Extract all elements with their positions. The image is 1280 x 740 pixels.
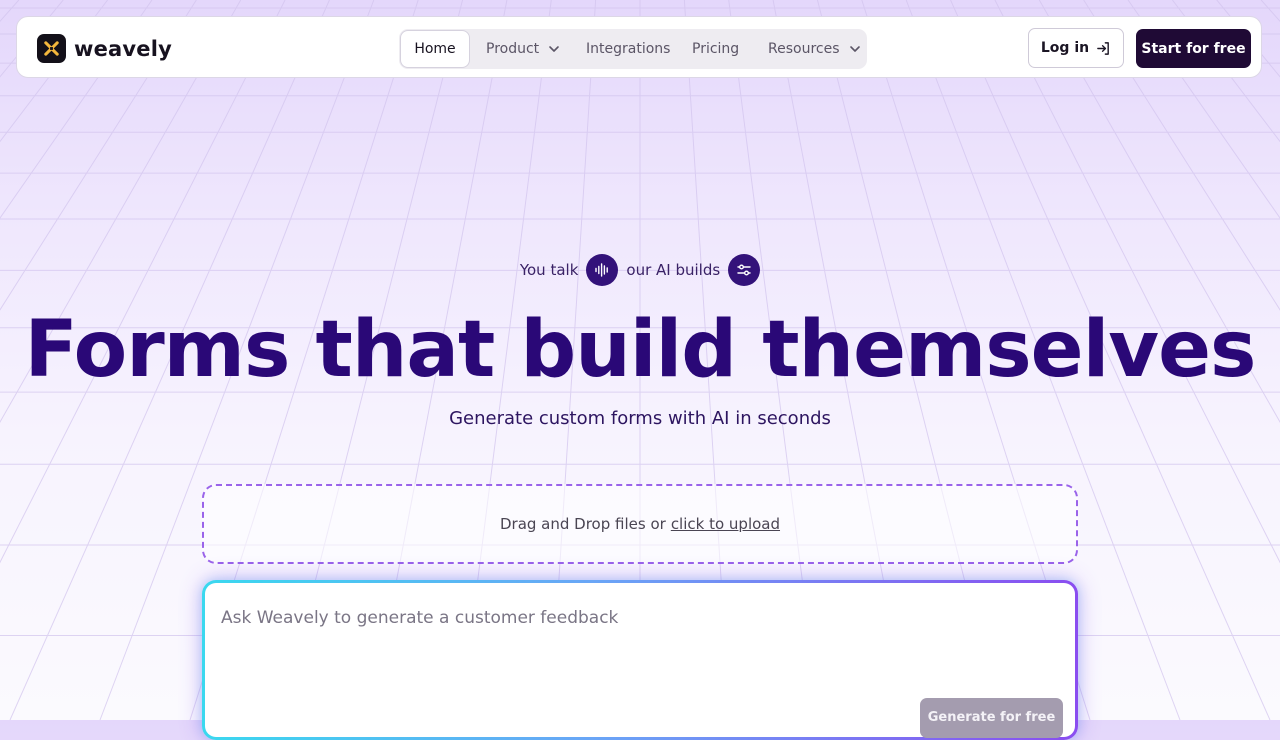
hero-subheadline: Generate custom forms with AI in seconds <box>449 408 831 429</box>
start-for-free-button[interactable]: Start for free <box>1136 29 1251 68</box>
prompt-box-inner: Generate for free <box>205 583 1075 738</box>
nav-home-label: Home <box>414 41 456 57</box>
nav-product[interactable]: Product <box>486 29 560 69</box>
nav-resources-label: Resources <box>768 41 840 57</box>
nav-resources[interactable]: Resources <box>768 29 861 69</box>
tagline-you-talk: You talk <box>519 261 579 279</box>
brand-logo[interactable]: weavely <box>37 34 172 63</box>
nav-integrations-label: Integrations <box>586 41 671 57</box>
top-navbar: weavely Home Product Integrations Pricin… <box>16 16 1262 78</box>
login-label: Log in <box>1040 40 1090 56</box>
generate-for-free-button[interactable]: Generate for free <box>920 698 1063 738</box>
prompt-input[interactable] <box>221 603 1041 633</box>
dropzone-text: Drag and Drop files or <box>499 515 666 533</box>
weavely-logo-icon <box>37 34 66 63</box>
hero-headline: Forms that build themselves <box>24 305 1257 395</box>
main-nav: Home Product Integrations Pricing Resour… <box>399 29 867 69</box>
chevron-down-icon <box>849 46 860 52</box>
nav-home[interactable]: Home <box>400 30 470 68</box>
login-button[interactable]: Log in <box>1028 28 1124 68</box>
file-dropzone[interactable]: Drag and Drop files or click to upload <box>202 484 1078 564</box>
settings-sliders-icon <box>728 254 761 286</box>
click-to-upload-link[interactable]: click to upload <box>671 515 780 533</box>
nav-pricing-label: Pricing <box>692 41 740 57</box>
nav-pricing[interactable]: Pricing <box>692 29 739 69</box>
tagline-ai-builds: our AI builds <box>626 261 721 279</box>
brand-name: weavely <box>74 36 173 61</box>
nav-product-label: Product <box>486 41 540 57</box>
audio-waveform-icon <box>586 254 619 286</box>
log-in-arrow-icon <box>1097 41 1109 55</box>
chevron-down-icon <box>549 46 559 52</box>
nav-integrations[interactable]: Integrations <box>586 29 670 69</box>
prompt-box: Generate for free <box>202 580 1078 740</box>
hero-tagline: You talk our AI builds <box>0 254 1280 286</box>
